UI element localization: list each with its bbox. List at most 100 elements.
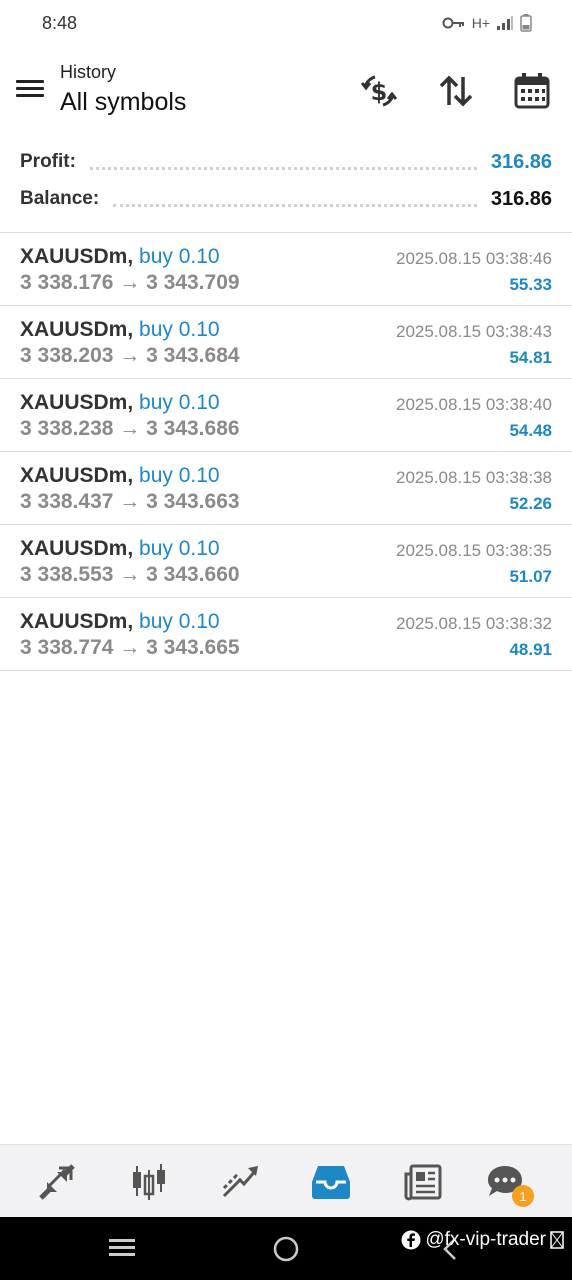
open-price: 3 338.774 (20, 636, 114, 659)
svg-text:$: $ (371, 78, 388, 106)
trade-side: buy 0.10 (139, 610, 220, 633)
trade-time: 2025.08.15 03:38:46 (396, 249, 552, 268)
news-icon (404, 1164, 442, 1201)
nav-messages[interactable]: 1 (482, 1159, 534, 1207)
menu-icon (16, 80, 44, 83)
trade-row[interactable]: XAUUSDm, buy 0.10 3 338.238 → 3 343.686 … (0, 379, 572, 452)
trade-prices: 3 338.553 → 3 343.660 (20, 563, 240, 587)
trade-symbol-line: XAUUSDm, buy 0.10 (20, 537, 220, 561)
currency-exchange-icon: $ (360, 75, 398, 107)
trade-prices: 3 338.774 → 3 343.665 (20, 636, 240, 660)
trade-profit: 52.26 (509, 494, 552, 513)
home-button[interactable] (273, 1236, 299, 1267)
trade-side: buy 0.10 (139, 537, 220, 560)
close-price: 3 343.709 (146, 271, 240, 294)
trade-row[interactable]: XAUUSDm, buy 0.10 3 338.553 → 3 343.660 … (0, 525, 572, 598)
sort-icon (439, 75, 473, 107)
chart-icon (133, 1164, 165, 1200)
facebook-icon (401, 1230, 421, 1250)
messages-badge: 1 (512, 1185, 534, 1207)
deposit-button[interactable]: $ (356, 68, 402, 114)
balance-row: Balance: 316.86 (20, 181, 552, 217)
nav-trade[interactable] (217, 1159, 263, 1205)
trade-icon (222, 1166, 258, 1198)
dotted-leader (113, 200, 477, 207)
arrow: → (119, 271, 141, 294)
arrow: → (119, 490, 141, 513)
trade-side: buy 0.10 (139, 318, 220, 341)
nav-chart[interactable] (126, 1159, 172, 1205)
account-summary: Profit: 316.86 Balance: 316.86 (0, 140, 572, 230)
trade-history-list: XAUUSDm, buy 0.10 3 338.176 → 3 343.709 … (0, 233, 572, 671)
system-nav-bar: @fx-vip-trader (0, 1217, 572, 1280)
key-icon (442, 17, 464, 29)
trade-side: buy 0.10 (139, 391, 220, 414)
page-title[interactable]: All symbols (60, 88, 186, 117)
trade-time: 2025.08.15 03:38:32 (396, 614, 552, 633)
history-icon (312, 1166, 350, 1199)
trade-profit: 54.81 (509, 348, 552, 367)
open-price: 3 338.437 (20, 490, 114, 513)
trade-prices: 3 338.437 → 3 343.663 (20, 490, 240, 514)
menu-icon-bar (16, 94, 44, 97)
calendar-icon (514, 73, 550, 109)
trade-symbol-line: XAUUSDm, buy 0.10 (20, 464, 220, 488)
menu-icon-bar (16, 87, 44, 90)
battery-icon (520, 14, 532, 32)
calendar-button[interactable] (509, 68, 555, 114)
nav-news[interactable] (400, 1159, 446, 1205)
arrow: → (119, 636, 141, 659)
close-price: 3 343.686 (146, 417, 240, 440)
status-icons: H+ (442, 14, 532, 32)
signal-icon (497, 16, 513, 30)
balance-value: 316.86 (490, 187, 552, 210)
network-type: H+ (471, 15, 490, 31)
watermark-text: @fx-vip-trader (425, 1229, 546, 1250)
close-price: 3 343.684 (146, 344, 240, 367)
profit-row: Profit: 316.86 (20, 144, 552, 180)
watermark: @fx-vip-trader (401, 1229, 564, 1251)
dotted-leader (89, 163, 477, 170)
trade-row[interactable]: XAUUSDm, buy 0.10 3 338.774 → 3 343.665 … (0, 598, 572, 671)
quotes-icon (39, 1164, 75, 1200)
trade-time: 2025.08.15 03:38:40 (396, 395, 552, 414)
trade-prices: 3 338.238 → 3 343.686 (20, 417, 240, 441)
trade-row[interactable]: XAUUSDm, buy 0.10 3 338.176 → 3 343.709 … (0, 233, 572, 306)
home-icon (273, 1236, 299, 1262)
trade-symbol: XAUUSDm, (20, 537, 134, 560)
sort-button[interactable] (433, 68, 479, 114)
trade-symbol: XAUUSDm, (20, 318, 134, 341)
trade-time: 2025.08.15 03:38:35 (396, 541, 552, 560)
trade-row[interactable]: XAUUSDm, buy 0.10 3 338.203 → 3 343.684 … (0, 306, 572, 379)
trade-symbol-line: XAUUSDm, buy 0.10 (20, 318, 220, 342)
nav-history[interactable] (308, 1159, 354, 1205)
trade-time: 2025.08.15 03:38:38 (396, 468, 552, 487)
trade-prices: 3 338.203 → 3 343.684 (20, 344, 240, 368)
trade-prices: 3 338.176 → 3 343.709 (20, 271, 240, 295)
trade-symbol: XAUUSDm, (20, 245, 134, 268)
close-price: 3 343.665 (146, 636, 240, 659)
nav-quotes[interactable] (34, 1159, 80, 1205)
close-price: 3 343.663 (146, 490, 240, 513)
balance-label: Balance: (20, 188, 100, 209)
profit-label: Profit: (20, 151, 76, 172)
trade-profit: 54.48 (509, 421, 552, 440)
open-price: 3 338.238 (20, 417, 114, 440)
status-time: 8:48 (42, 13, 78, 33)
trade-symbol: XAUUSDm, (20, 391, 134, 414)
trade-profit: 55.33 (509, 275, 552, 294)
trade-profit: 51.07 (509, 567, 552, 586)
close-price: 3 343.660 (146, 563, 240, 586)
recent-apps-icon (109, 1239, 135, 1256)
box-glyph-icon (550, 1231, 564, 1249)
status-bar: 8:48 H+ (0, 0, 572, 48)
trade-row[interactable]: XAUUSDm, buy 0.10 3 338.437 → 3 343.663 … (0, 452, 572, 525)
open-price: 3 338.203 (20, 344, 114, 367)
arrow: → (119, 344, 141, 367)
trade-symbol-line: XAUUSDm, buy 0.10 (20, 391, 220, 415)
arrow: → (119, 563, 141, 586)
menu-button[interactable] (14, 76, 46, 104)
recent-apps-button[interactable] (108, 1237, 136, 1264)
page-subtitle: History (60, 62, 117, 82)
open-price: 3 338.176 (20, 271, 114, 294)
